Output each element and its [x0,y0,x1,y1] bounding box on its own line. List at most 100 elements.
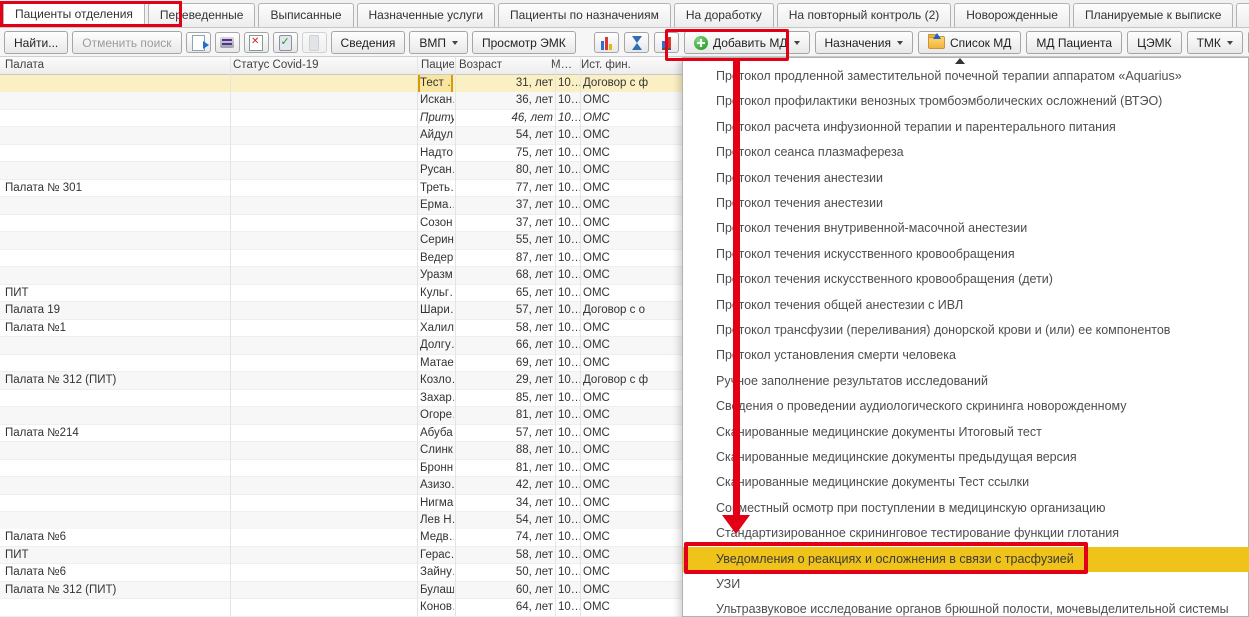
cell-ward [5,75,227,92]
tab[interactable]: На повторный контроль (2) [777,3,951,27]
tmk-button[interactable]: ТМК [1187,31,1243,54]
vmp-button[interactable]: ВМП [409,31,468,54]
menu-item[interactable]: Протокол течения внутривенной-масочной а… [683,216,1249,241]
column-header[interactable]: Пацие… [421,57,454,74]
folder-up-icon [928,36,945,49]
md-list-button[interactable]: Список МД [918,31,1021,54]
tab[interactable]: Новорожденные [954,3,1070,27]
menu-item[interactable]: Протокол течения анестезии [683,166,1249,191]
clipboard-check-button[interactable] [273,32,298,53]
cell-pat: Слинк… [420,442,454,459]
cell-m: 10… [558,582,580,599]
cell-covid [233,425,413,442]
menu-item[interactable]: УЗИ [683,572,1249,597]
barcode-scan-button[interactable] [215,32,240,53]
menu-item[interactable]: Протокол трансфузии (переливания) донорс… [683,318,1249,343]
cell-m: 10… [558,547,580,564]
tab[interactable]: Пациенты отделения [3,1,145,27]
cell-m: 10… [558,127,580,144]
column-header[interactable]: Статус Covid-19 [233,57,413,74]
cell-m: 10… [558,442,580,459]
cell-pat: Нигма… [420,495,454,512]
cell-ward: Палата №1 [5,320,227,337]
cell-pat: Герас… [420,547,454,564]
chevron-down-icon [1227,41,1233,45]
cell-m: 10… [558,495,580,512]
column-header[interactable]: Ист. фин. [581,57,679,74]
menu-item[interactable]: Протокол течения анестезии [683,191,1249,216]
menu-item[interactable]: Протокол профилактики венозных тромбоэмб… [683,89,1249,114]
view-emk-button[interactable]: Просмотр ЭМК [472,31,576,54]
cell-covid [233,267,413,284]
cell-pat: Серин… [420,232,454,249]
tab[interactable]: Пациенты по назначениям [498,3,671,27]
cell-covid [233,197,413,214]
menu-item[interactable]: Ультразвуковое исследование органов брюш… [683,597,1249,617]
tab[interactable]: Выписанные [258,3,353,27]
find-button[interactable]: Найти... [4,31,68,54]
cell-fin: ОМС [583,250,680,267]
cell-age: 66, лет [455,337,553,354]
cell-ward [5,110,227,127]
document-export-icon [192,35,205,51]
menu-item[interactable]: Протокол сеанса плазмафереза [683,140,1249,165]
add-md-label: Добавить МД [713,36,788,50]
cell-covid [233,232,413,249]
menu-item[interactable]: Сведения о проведении аудиологического с… [683,394,1249,419]
menu-item[interactable]: Совместный осмотр при поступлении в меди… [683,496,1249,521]
cell-covid [233,599,413,616]
cell-age: 65, лет [455,285,553,302]
chart-xyz-button[interactable] [594,32,619,53]
add-md-button[interactable]: Добавить МД [684,31,810,54]
cell-pat: Ерма… [420,197,454,214]
tab[interactable]: На доработку [674,3,774,27]
cell-age: 58, лет [455,320,553,337]
menu-item[interactable]: Протокол течения общей анестезии с ИВЛ [683,293,1249,318]
details-button[interactable]: Сведения [331,31,406,54]
cell-pat: Конов… [420,599,454,616]
cell-covid [233,477,413,494]
tab[interactable]: Назначенные услуги [357,3,496,27]
menu-item[interactable]: Сканированные медицинские документы Итог… [683,420,1249,445]
md-patient-button[interactable]: МД Пациента [1026,31,1122,54]
menu-item[interactable]: Уведомления о реакциях и осложнения в св… [683,547,1249,572]
excel-remove-button[interactable] [244,32,269,53]
cell-ward: Палата 19 [5,302,227,319]
phone-button[interactable] [302,32,327,53]
hourglass-button[interactable] [624,32,649,53]
menu-item[interactable]: Ручное заполнение результатов исследован… [683,369,1249,394]
cell-pat: Лев Н… [420,512,454,529]
menu-item[interactable]: Сканированные медицинские документы пред… [683,445,1249,470]
tab[interactable]: Запросы ТМК [1236,3,1249,27]
cancel-search-button[interactable]: Отменить поиск [72,31,181,54]
cell-age: 37, лет [455,197,553,214]
menu-item[interactable]: Протокол продленной заместительной почеч… [683,64,1249,89]
tab[interactable]: Переведенные [148,3,256,27]
cell-pat: Приту… [420,110,454,127]
md-list-label: Список МД [950,36,1011,50]
cell-pat: Треть… [420,180,454,197]
cell-pat: Кульг… [420,285,454,302]
tab[interactable]: Планируемые к выписке [1073,3,1233,27]
cell-m: 10… [558,460,580,477]
column-header[interactable]: Возраст [459,57,547,74]
cell-ward [5,442,227,459]
cell-covid [233,127,413,144]
cell-pat: Огоре… [420,407,454,424]
cell-ward [5,197,227,214]
menu-item[interactable]: Стандартизированное скрининговое тестиро… [683,521,1249,546]
menu-item[interactable]: Сканированные медицинские документы Тест… [683,470,1249,495]
menu-item[interactable]: Протокол расчета инфузионной терапии и п… [683,115,1249,140]
cemk-button[interactable]: ЦЭМК [1127,31,1182,54]
export-list-button[interactable] [186,32,211,53]
bar-chart-button[interactable] [654,32,679,53]
cell-fin: ОМС [583,547,680,564]
column-header[interactable]: Палата [5,57,227,74]
menu-item[interactable]: Протокол течения искусственного кровообр… [683,267,1249,292]
cell-pat: Булаш… [420,582,454,599]
appointments-button[interactable]: Назначения [815,31,914,54]
cell-covid [233,180,413,197]
menu-item[interactable]: Протокол установления смерти человека [683,343,1249,368]
menu-item[interactable]: Протокол течения искусственного кровообр… [683,242,1249,267]
cell-fin: ОМС [583,529,680,546]
